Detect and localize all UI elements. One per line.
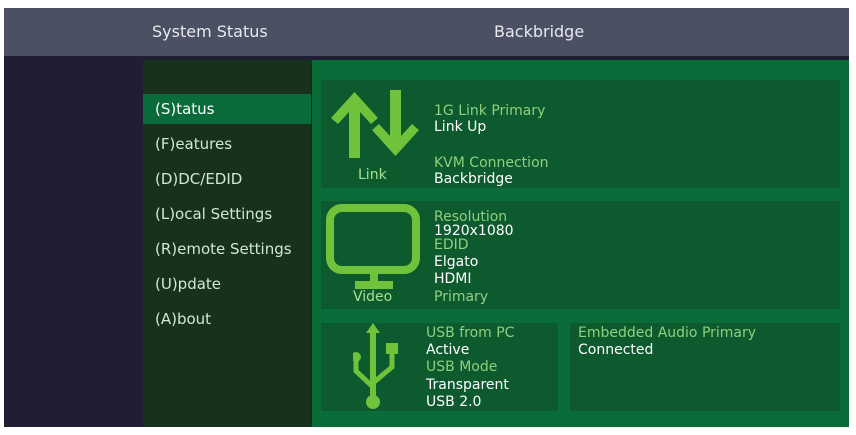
link-panel: Link 1G Link Primary Link Up KVM Connect… [321, 80, 840, 188]
kvm-status-screen: System Status Backbridge (S)tatus (F)eat… [4, 8, 849, 427]
video-panel: Video Resolution 1920x1080 EDID Elgato H… [321, 201, 840, 309]
audio-panel: Embedded Audio Primary Connected [570, 323, 840, 411]
up-down-arrows-icon [331, 90, 419, 158]
monitor-icon [326, 204, 420, 289]
usb-mode-value: Transparent [426, 377, 509, 393]
link-status-label: 1G Link Primary [434, 103, 546, 119]
kvm-connection-value: Backbridge [434, 171, 513, 187]
usb-from-pc-label: USB from PC [426, 325, 515, 341]
usb-panel: USB from PC Active USB Mode Transparent … [321, 323, 558, 411]
video-port-role: Primary [434, 289, 489, 305]
usb-from-pc-value: Active [426, 342, 470, 358]
video-caption: Video [353, 289, 393, 305]
menu-item-status[interactable]: (S)tatus [143, 94, 311, 124]
device-name: Backbridge [494, 22, 585, 41]
menu-item-remote-settings[interactable]: (R)emote Settings [143, 234, 311, 264]
sidebar-menu: (S)tatus (F)eatures (D)DC/EDID (L)ocal S… [143, 60, 311, 427]
status-content: Link 1G Link Primary Link Up KVM Connect… [312, 60, 849, 427]
usb-icon [353, 323, 398, 409]
usb-mode-label: USB Mode [426, 359, 498, 375]
embedded-audio-value: Connected [578, 342, 654, 358]
menu-item-local-settings[interactable]: (L)ocal Settings [143, 199, 311, 229]
link-status-value: Link Up [434, 119, 487, 135]
edid-label: EDID [434, 237, 469, 253]
header-bar: System Status Backbridge [4, 8, 849, 56]
menu-item-ddc-edid[interactable]: (D)DC/EDID [143, 164, 311, 194]
embedded-audio-label: Embedded Audio Primary [578, 325, 757, 341]
link-caption: Link [358, 167, 387, 183]
edid-value: Elgato [434, 254, 479, 270]
kvm-connection-label: KVM Connection [434, 155, 549, 171]
usb-version-value: USB 2.0 [426, 394, 482, 410]
video-port-value: HDMI [434, 271, 472, 287]
menu-item-about[interactable]: (A)bout [143, 304, 311, 334]
page-title: System Status [152, 22, 268, 41]
menu-item-update[interactable]: (U)pdate [143, 269, 311, 299]
menu-item-features[interactable]: (F)eatures [143, 129, 311, 159]
